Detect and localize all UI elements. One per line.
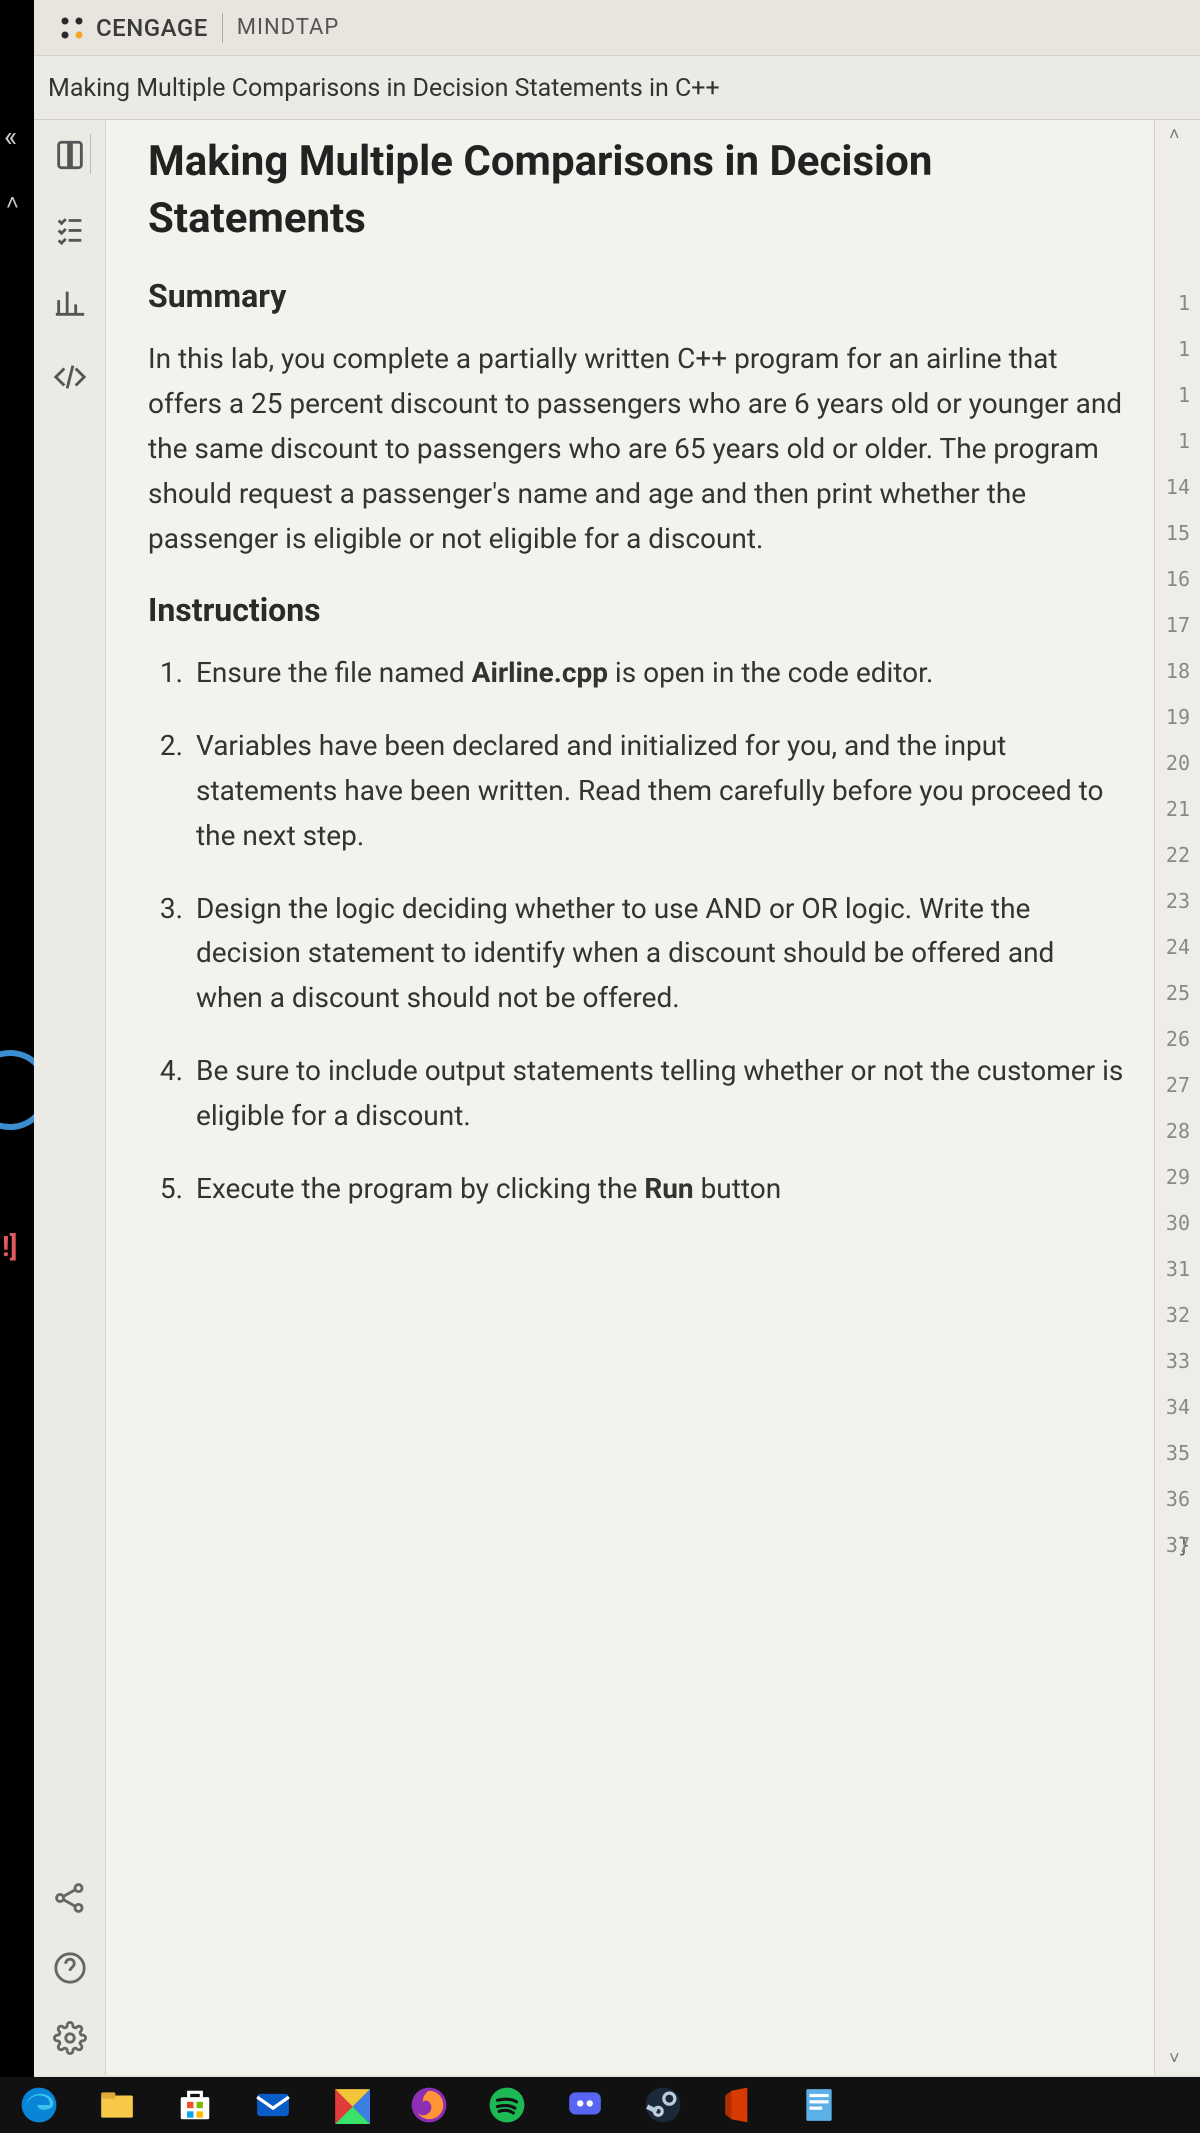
cengage-logo-icon (58, 14, 86, 42)
spotify-icon[interactable] (488, 2086, 526, 2124)
alert-icon: !] (2, 1230, 17, 1263)
line-number: 26 (1155, 1016, 1200, 1062)
book-icon[interactable] (53, 138, 87, 172)
line-number: 36 (1155, 1476, 1200, 1522)
line-number: 27 (1155, 1062, 1200, 1108)
line-number: 1 (1155, 418, 1200, 464)
discord-icon[interactable] (566, 2086, 604, 2124)
photos-icon[interactable] (332, 2086, 370, 2124)
line-number: 34 (1155, 1384, 1200, 1430)
steam-icon[interactable] (644, 2086, 682, 2124)
brand-bar: CENGAGE MINDTAP (34, 0, 1200, 56)
notepad-icon[interactable] (800, 2086, 838, 2124)
line-number: 21 (1155, 786, 1200, 832)
list-item: Ensure the file named Airline.cpp is ope… (190, 651, 1126, 696)
left-rail (34, 120, 106, 2075)
code-line-gutter: ˄ 11111415161718192021222324252627282930… (1154, 120, 1200, 2075)
chevron-up-icon[interactable]: ˄ (6, 190, 19, 216)
breadcrumb-text: Making Multiple Comparisons in Decision … (48, 74, 720, 103)
line-number: 1 (1155, 326, 1200, 372)
page-title: Making Multiple Comparisons in Decision … (148, 134, 1126, 247)
line-number: 18 (1155, 648, 1200, 694)
breadcrumb: Making Multiple Comparisons in Decision … (34, 56, 1200, 120)
line-number: 23 (1155, 878, 1200, 924)
help-icon[interactable] (53, 1951, 87, 1985)
back-chevron-icon[interactable]: « (4, 120, 17, 153)
run-word: Run (644, 1172, 693, 1205)
line-number: 30 (1155, 1200, 1200, 1246)
line-number: 19 (1155, 694, 1200, 740)
edge-icon[interactable] (20, 2086, 58, 2124)
bar-chart-icon[interactable] (53, 286, 87, 320)
line-number: 32 (1155, 1292, 1200, 1338)
summary-heading: Summary (148, 277, 1126, 315)
line-number: 14 (1155, 464, 1200, 510)
line-number: 17 (1155, 602, 1200, 648)
line-number: 25 (1155, 970, 1200, 1016)
line-number: 1 (1155, 280, 1200, 326)
mail-icon[interactable] (254, 2086, 292, 2124)
code-icon[interactable] (53, 360, 87, 394)
list-item: Execute the program by clicking the Run … (190, 1167, 1126, 1212)
checklist-icon[interactable] (53, 212, 87, 246)
firefox-icon[interactable] (410, 2086, 448, 2124)
app-window: CENGAGE MINDTAP Making Multiple Comparis… (34, 0, 1200, 2077)
brand-cengage: CENGAGE (96, 14, 208, 42)
filename: Airline.cpp (472, 656, 608, 689)
summary-text: In this lab, you complete a partially wr… (148, 337, 1126, 561)
gear-icon[interactable] (53, 2021, 87, 2055)
os-left-strip: « ˄ !] (0, 0, 34, 2133)
windows-taskbar (0, 2077, 1200, 2133)
line-number: 35 (1155, 1430, 1200, 1476)
list-item: Design the logic deciding whether to use… (190, 887, 1126, 1021)
share-icon[interactable] (53, 1881, 87, 1915)
line-number: 33 (1155, 1338, 1200, 1384)
file-explorer-icon[interactable] (98, 2086, 136, 2124)
scroll-up-icon[interactable]: ˄ (1169, 124, 1180, 145)
list-item: Variables have been declared and initial… (190, 724, 1126, 858)
main-row: Making Multiple Comparisons in Decision … (34, 120, 1200, 2075)
microsoft-store-icon[interactable] (176, 2086, 214, 2124)
list-item: Be sure to include output statements tel… (190, 1049, 1126, 1139)
instructions-panel: Making Multiple Comparisons in Decision … (106, 120, 1154, 2075)
instructions-heading: Instructions (148, 591, 1126, 629)
line-number: 20 (1155, 740, 1200, 786)
line-number: 31 (1155, 1246, 1200, 1292)
brand-divider (222, 13, 223, 43)
brand-mindtap: MINDTAP (237, 15, 340, 40)
instructions-list: Ensure the file named Airline.cpp is ope… (148, 651, 1126, 1211)
line-number: 28 (1155, 1108, 1200, 1154)
line-number: 1 (1155, 372, 1200, 418)
line-number: 15 (1155, 510, 1200, 556)
line-number: 16 (1155, 556, 1200, 602)
content-col: Making Multiple Comparisons in Decision … (106, 120, 1200, 2075)
line-number: 37 (1155, 1522, 1200, 1568)
office-icon[interactable] (722, 2086, 760, 2124)
line-number: 22 (1155, 832, 1200, 878)
line-number: 24 (1155, 924, 1200, 970)
line-number: 29 (1155, 1154, 1200, 1200)
scroll-down-icon[interactable]: ˅ (1169, 2048, 1180, 2069)
